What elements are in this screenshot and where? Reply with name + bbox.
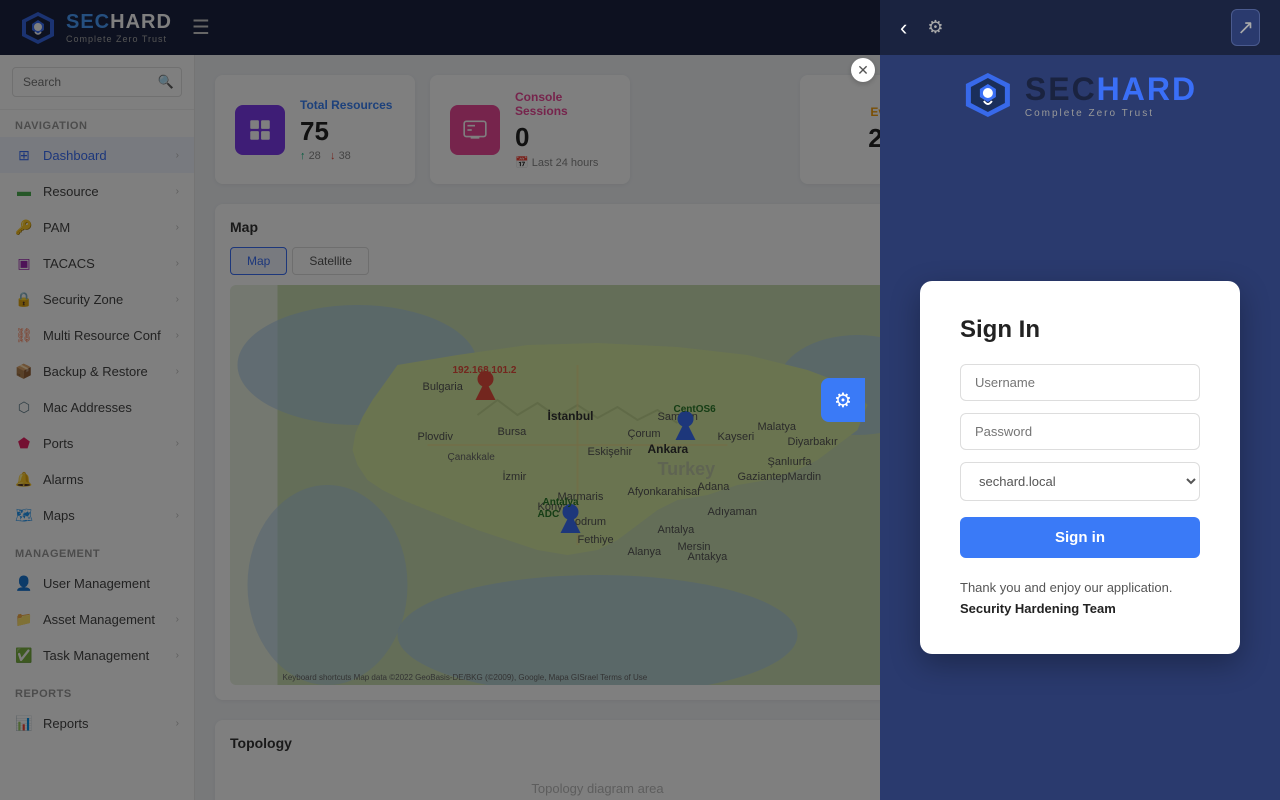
signin-footer-bold: Security Hardening Team [960,601,1116,616]
drawer-logo-text-area: SECHARD Complete Zero Trust [1025,71,1197,119]
drawer-topbar: ‹ ⚙ ↗ [880,0,1280,55]
gear-icon[interactable]: ⚙ [927,17,943,38]
signin-footer: Thank you and enjoy our application. Sec… [960,578,1200,620]
drawer-logo-icon [963,70,1013,120]
drawer-brand: SECHARD [1025,71,1197,108]
overlay-backdrop[interactable]: ‹ ⚙ ↗ SECHARD [0,0,1280,800]
back-icon[interactable]: ‹ [900,15,907,41]
password-input[interactable] [960,413,1200,450]
signin-button[interactable]: Sign in [960,517,1200,558]
signin-card: Sign In sechard.local Sign in Thank you … [920,281,1240,655]
drawer-logo: SECHARD Complete Zero Trust [963,70,1197,120]
drawer-brand-subtitle: Complete Zero Trust [1025,108,1197,119]
close-button[interactable]: ✕ [851,58,875,82]
domain-select[interactable]: sechard.local [960,462,1200,501]
export-icon[interactable]: ↗ [1231,9,1260,46]
drawer-content: SECHARD Complete Zero Trust Sign In sech… [880,55,1280,800]
signin-title: Sign In [960,316,1200,344]
drawer-panel: ‹ ⚙ ↗ SECHARD [880,0,1280,800]
username-input[interactable] [960,364,1200,401]
settings-fab[interactable]: ⚙ [821,378,865,422]
drawer-topbar-icons: ‹ ⚙ [900,15,943,41]
